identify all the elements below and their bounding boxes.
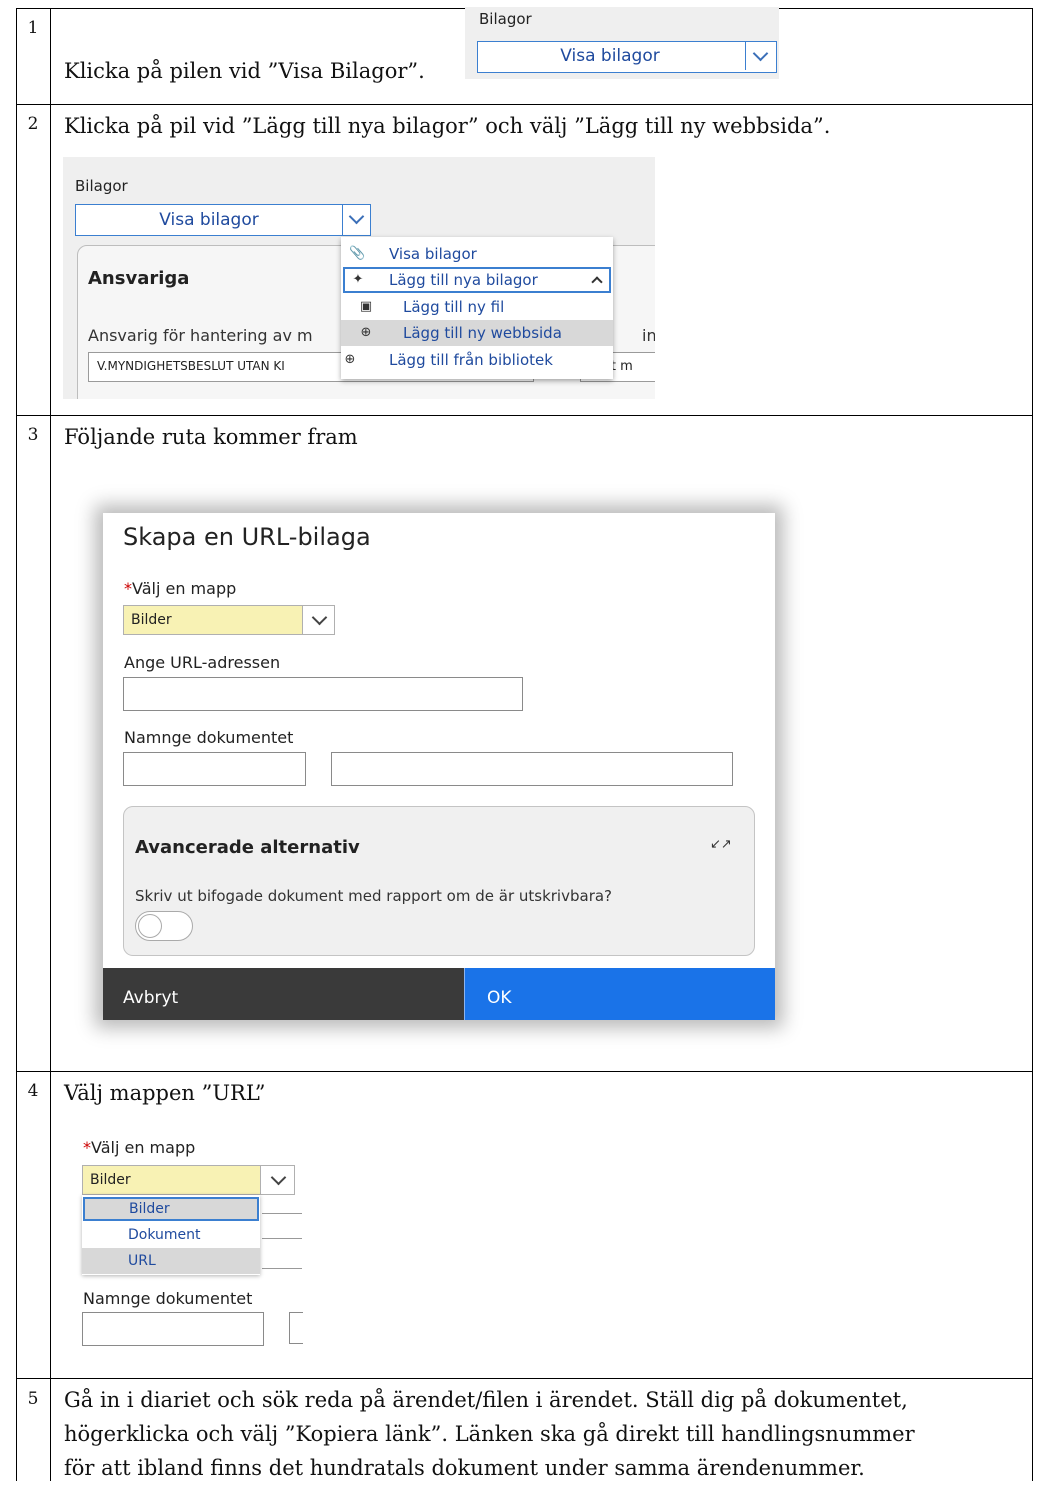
screenshot-add-attachment-menu: Bilagor Visa bilagor Ansvariga Ansvarig … xyxy=(63,157,655,399)
folder-label-text: Välj en mapp xyxy=(91,1138,196,1157)
url-attachment-dialog: Skapa en URL-bilaga *Välj en mapp Bilder… xyxy=(103,513,775,1020)
folder-options-list: Bilder Dokument URL xyxy=(82,1195,260,1275)
print-toggle[interactable] xyxy=(135,911,193,941)
folder-select[interactable]: Bilder xyxy=(123,605,335,635)
menu-item-lagg-till-fran-bibliotek[interactable]: ⊕ Lägg till från bibliotek xyxy=(341,347,613,373)
menu-item-lagg-till-nya-bilagor[interactable]: ✦ Lägg till nya bilagor xyxy=(343,267,611,293)
step-instruction: Klicka på pilen vid ”Visa Bilagor”. xyxy=(64,59,425,83)
chevron-down-icon xyxy=(270,1169,287,1186)
cancel-button[interactable]: Avbryt xyxy=(103,968,464,1020)
attachment-menu: 📎 Visa bilagor ✦ Lägg till nya bilagor ▣… xyxy=(341,237,613,379)
folder-option-bilder[interactable]: Bilder xyxy=(83,1197,259,1221)
folder-select-arrow[interactable] xyxy=(260,1166,294,1194)
column-divider xyxy=(50,8,51,1481)
plus-circle-icon: ⊕ xyxy=(360,325,372,340)
folder-select-value: Bilder xyxy=(131,612,172,628)
chevron-down-icon xyxy=(752,45,769,62)
instruction-line: Gå in i diariet och sök reda på ärendet/… xyxy=(64,1388,908,1412)
url-label: Ange URL-adressen xyxy=(124,653,281,672)
field-label: Ansvarig för hantering av m xyxy=(88,326,313,345)
step-number: 5 xyxy=(27,1389,39,1409)
chevron-down-icon xyxy=(348,208,365,225)
attachment-add-icon: ✦ xyxy=(352,272,364,287)
field-label-suffix: ing xyxy=(642,326,655,345)
chevron-up-icon xyxy=(591,276,603,288)
menu-item-label: Lägg till från bibliotek xyxy=(389,351,553,369)
row-divider xyxy=(16,1378,1033,1379)
document-name-input[interactable] xyxy=(123,752,306,786)
row-divider xyxy=(16,104,1033,105)
field-label: Bilagor xyxy=(75,177,128,195)
folder-select-value: Bilder xyxy=(90,1172,131,1188)
required-marker: * xyxy=(124,579,132,598)
url-input[interactable] xyxy=(123,677,523,711)
attachments-dropdown[interactable]: Visa bilagor xyxy=(75,204,371,236)
input-value: V.MYNDIGHETSBESLUT UTAN KI xyxy=(97,359,285,373)
step-instruction: Följande ruta kommer fram xyxy=(64,425,358,449)
step-instruction: Gå in i diariet och sök reda på ärendet/… xyxy=(64,1383,915,1485)
row-divider xyxy=(16,1071,1033,1072)
folder-option-dokument[interactable]: Dokument xyxy=(82,1222,260,1248)
folder-option-url[interactable]: URL xyxy=(82,1248,260,1274)
required-marker: * xyxy=(83,1138,91,1157)
menu-item-label: Lägg till ny webbsida xyxy=(403,324,562,342)
dropdown-arrow-button[interactable] xyxy=(342,205,370,235)
plus-circle-icon: ⊕ xyxy=(344,352,356,367)
step-number: 1 xyxy=(27,18,39,38)
step-number: 4 xyxy=(27,1081,39,1101)
row-divider xyxy=(16,415,1033,416)
folder-select-arrow[interactable] xyxy=(302,606,334,634)
advanced-options-panel: Avancerade alternativ ↙↗ Skriv ut bifoga… xyxy=(123,806,755,956)
menu-item-lagg-till-ny-webbsida[interactable]: ⊕ Lägg till ny webbsida xyxy=(341,320,613,346)
menu-item-label: Visa bilagor xyxy=(389,245,477,263)
table-border-right xyxy=(1032,8,1033,1481)
hidden-input-edge xyxy=(262,1238,302,1239)
document-name-input-secondary[interactable] xyxy=(289,1312,303,1344)
name-label: Namnge dokumentet xyxy=(83,1289,253,1308)
ok-button[interactable]: OK xyxy=(464,968,775,1020)
paperclip-icon: 📎 xyxy=(349,246,366,261)
table-border-left xyxy=(16,8,17,1481)
instruction-line: för att ibland finns det hundratals doku… xyxy=(64,1456,865,1480)
folder-label-text: Välj en mapp xyxy=(132,579,237,598)
step-instruction: Välj mappen ”URL” xyxy=(64,1081,266,1105)
attachments-dropdown[interactable]: Visa bilagor xyxy=(477,41,777,73)
step-number: 3 xyxy=(27,425,39,445)
menu-item-visa-bilagor[interactable]: 📎 Visa bilagor xyxy=(341,241,613,267)
menu-item-label: Lägg till nya bilagor xyxy=(389,271,538,289)
menu-item-lagg-till-ny-fil[interactable]: ▣ Lägg till ny fil xyxy=(341,294,613,320)
folder-label: *Välj en mapp xyxy=(124,579,236,598)
dialog-title: Skapa en URL-bilaga xyxy=(123,523,371,551)
file-add-icon: ▣ xyxy=(359,299,373,314)
dropdown-value: Visa bilagor xyxy=(159,210,259,230)
advanced-options-title: Avancerade alternativ xyxy=(135,837,360,858)
dropdown-arrow-button[interactable] xyxy=(745,42,776,70)
field-label: Bilagor xyxy=(479,10,532,28)
dropdown-value: Visa bilagor xyxy=(560,46,660,66)
name-label: Namnge dokumentet xyxy=(124,728,294,747)
chevron-down-icon xyxy=(311,609,328,626)
print-question-label: Skriv ut bifogade dokument med rapport o… xyxy=(135,887,613,905)
document-name-input-secondary[interactable] xyxy=(331,752,733,786)
folder-label: *Välj en mapp xyxy=(83,1138,195,1157)
step-number: 2 xyxy=(27,114,39,134)
card-title: Ansvariga xyxy=(88,268,190,289)
hidden-input-edge xyxy=(262,1213,302,1214)
instruction-line: högerklicka och välj ”Kopiera länk”. Län… xyxy=(64,1422,915,1446)
hidden-input-edge xyxy=(262,1268,302,1269)
collapse-icon[interactable]: ↙↗ xyxy=(710,837,732,852)
menu-item-label: Lägg till ny fil xyxy=(403,298,505,316)
toggle-knob xyxy=(138,914,162,938)
step-instruction: Klicka på pil vid ”Lägg till nya bilagor… xyxy=(64,114,831,138)
document-name-input[interactable] xyxy=(82,1312,264,1346)
folder-select[interactable]: Bilder xyxy=(82,1165,295,1195)
